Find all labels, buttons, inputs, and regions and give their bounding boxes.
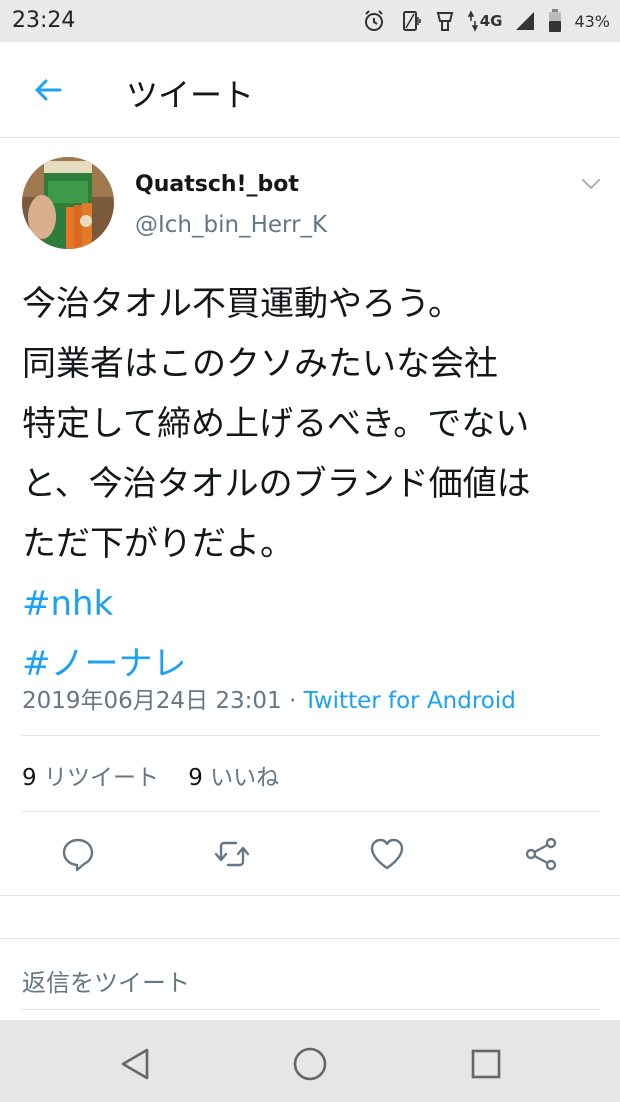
divider <box>22 1009 600 1010</box>
hotspot-icon <box>434 9 456 33</box>
retweet-icon[interactable] <box>212 834 252 874</box>
like-stat[interactable]: 9 いいね <box>188 765 279 791</box>
signal-icon <box>514 10 536 32</box>
avatar[interactable] <box>22 157 114 249</box>
divider <box>22 811 600 812</box>
arrow-left-icon[interactable] <box>30 72 66 108</box>
like-count: 9 <box>188 765 203 791</box>
retweet-count: 9 <box>22 765 37 791</box>
like-icon[interactable] <box>367 834 407 874</box>
hashtag-link[interactable]: #nhk <box>22 574 612 634</box>
tweet-source-link[interactable]: Twitter for Android <box>304 688 516 714</box>
system-nav-bar <box>0 1020 620 1102</box>
retweet-label: リツイート <box>43 765 159 791</box>
reply-input[interactable]: 返信をツイート <box>22 963 190 998</box>
network-type: 4G <box>479 12 503 30</box>
divider <box>22 735 600 736</box>
author-handle[interactable]: @Ich_bin_Herr_K <box>135 212 327 238</box>
tweet-text-line: 今治タオル不買運動やろう。 <box>22 284 462 324</box>
home-circle-icon[interactable] <box>290 1044 330 1084</box>
tweet-text-line: と、今治タオルのブランド価値は <box>22 464 531 504</box>
meta-separator: · <box>281 688 304 714</box>
back-triangle-icon[interactable] <box>115 1044 155 1084</box>
status-icons: 4G 43% <box>362 7 610 35</box>
recents-square-icon[interactable] <box>466 1044 506 1084</box>
retweet-stat[interactable]: 9 リツイート <box>22 765 159 791</box>
tweet-text-line: 同業者はこのクソみたいな会社 <box>22 344 498 384</box>
section-gap <box>0 895 620 939</box>
like-label: いいね <box>210 765 280 791</box>
reply-icon[interactable] <box>58 834 98 874</box>
tweet-meta: 2019年06月24日 23:01 · Twitter for Android <box>22 681 516 715</box>
data-arrows-icon: 4G <box>467 10 503 32</box>
top-app-bar: ツイート <box>0 42 620 138</box>
share-icon[interactable] <box>521 834 561 874</box>
tweet-text-line: ただ下がりだよ。 <box>22 524 294 564</box>
tweet-stats: 9 リツイート 9 いいね <box>22 758 279 792</box>
tweet-timestamp: 2019年06月24日 23:01 <box>22 688 282 714</box>
status-bar: 23:24 4G 43% <box>0 0 620 42</box>
status-time: 23:24 <box>12 8 76 33</box>
tweet-text: 今治タオル不買運動やろう。 同業者はこのクソみたいな会社 特定して締め上げるべき… <box>22 274 612 694</box>
page-title: ツイート <box>126 76 255 114</box>
battery-icon <box>548 9 562 33</box>
battery-percent: 43% <box>574 11 610 31</box>
vibrate-icon <box>398 9 422 33</box>
tweet-text-line: 特定して締め上げるべき。でない <box>22 404 530 444</box>
author-name[interactable]: Quatsch!_bot <box>135 172 299 197</box>
alarm-icon <box>362 9 386 33</box>
chevron-down-icon[interactable] <box>580 176 602 192</box>
